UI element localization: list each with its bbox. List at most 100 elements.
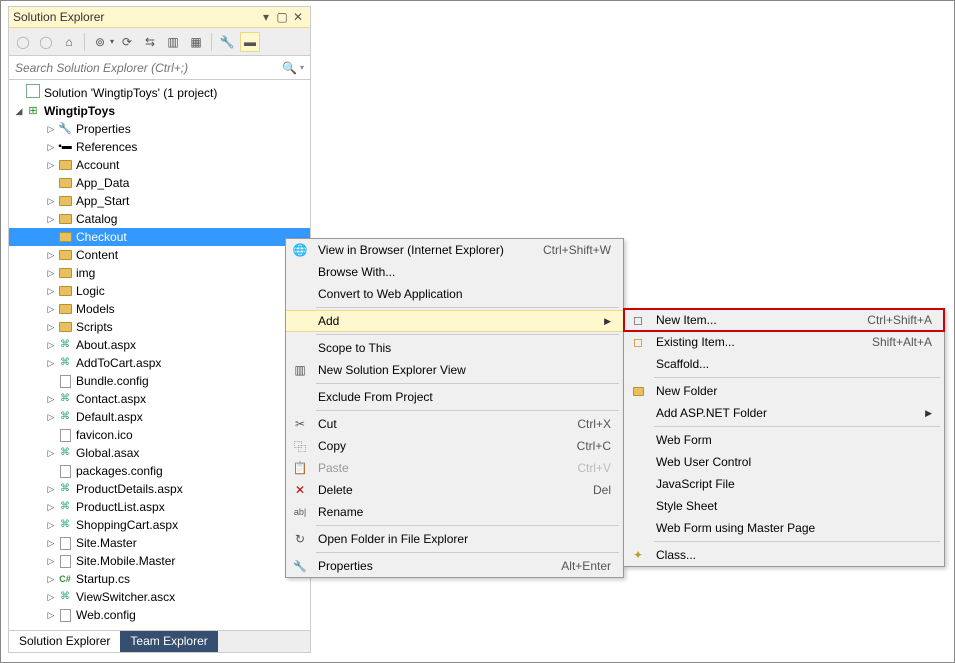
menu-item[interactable]: ▥New Solution Explorer View xyxy=(286,359,623,381)
forward-button[interactable]: ◯ xyxy=(36,32,56,52)
tree-item[interactable]: ▷C#Startup.cs xyxy=(9,570,310,588)
tree-item[interactable]: ▷Logic xyxy=(9,282,310,300)
tree-item[interactable]: App_Data xyxy=(9,174,310,192)
menu-item[interactable]: ⿻CopyCtrl+C xyxy=(286,435,623,457)
home-button[interactable]: ⌂ xyxy=(59,32,79,52)
properties-button[interactable]: 🔧 xyxy=(217,32,237,52)
tree-item[interactable]: Checkout xyxy=(9,228,310,246)
search-input[interactable] xyxy=(15,61,279,75)
expand-icon[interactable]: ▷ xyxy=(45,606,57,624)
expand-icon[interactable]: ▷ xyxy=(45,336,57,354)
expand-icon[interactable]: ▷ xyxy=(45,300,57,318)
menu-item[interactable]: ab|Rename xyxy=(286,501,623,523)
menu-item[interactable]: New Folder xyxy=(624,380,944,402)
expand-icon[interactable]: ◢ xyxy=(13,102,25,120)
menu-item[interactable]: Web Form using Master Page xyxy=(624,517,944,539)
menu-item[interactable]: 🔧PropertiesAlt+Enter xyxy=(286,555,623,577)
menu-item[interactable]: ◻New Item...Ctrl+Shift+A xyxy=(624,309,944,331)
tree-item[interactable]: ▷Account xyxy=(9,156,310,174)
expand-icon[interactable]: ▷ xyxy=(45,552,57,570)
menu-item[interactable]: ↻Open Folder in File Explorer xyxy=(286,528,623,550)
tree-item[interactable]: ▷Catalog xyxy=(9,210,310,228)
menu-item[interactable]: ✕DeleteDel xyxy=(286,479,623,501)
expand-icon[interactable]: ▷ xyxy=(45,210,57,228)
expand-icon[interactable]: ▷ xyxy=(45,534,57,552)
tree-item[interactable]: ▷⌘ShoppingCart.aspx xyxy=(9,516,310,534)
tree-item[interactable]: favicon.ico xyxy=(9,426,310,444)
preview-button[interactable]: ▦ xyxy=(186,32,206,52)
expand-icon[interactable]: ▷ xyxy=(45,390,57,408)
tree-item[interactable]: ▷⌘About.aspx xyxy=(9,336,310,354)
tree-item[interactable]: ▷Scripts xyxy=(9,318,310,336)
menu-item[interactable]: Web User Control xyxy=(624,451,944,473)
expand-icon[interactable]: ▷ xyxy=(45,444,57,462)
menu-item[interactable]: Style Sheet xyxy=(624,495,944,517)
collapse-all-button[interactable]: ⇆ xyxy=(140,32,160,52)
expand-icon[interactable]: ▷ xyxy=(45,588,57,606)
menu-item[interactable]: Scaffold... xyxy=(624,353,944,375)
tree-item[interactable]: ▷Site.Mobile.Master xyxy=(9,552,310,570)
sync-button[interactable]: ⊚ xyxy=(90,32,110,52)
refresh-button[interactable]: ⟳ xyxy=(117,32,137,52)
tree-item[interactable]: ▷Site.Master xyxy=(9,534,310,552)
expand-icon[interactable]: ▷ xyxy=(45,354,57,372)
expand-icon[interactable]: ▷ xyxy=(45,570,57,588)
menu-item[interactable]: Web Form xyxy=(624,429,944,451)
context-menu[interactable]: 🌐View in Browser (Internet Explorer)Ctrl… xyxy=(285,238,624,578)
add-submenu[interactable]: ◻New Item...Ctrl+Shift+A◻Existing Item..… xyxy=(623,308,945,567)
menu-item[interactable]: Scope to This xyxy=(286,337,623,359)
expand-icon[interactable]: ▷ xyxy=(45,282,57,300)
menu-item[interactable]: ✦Class... xyxy=(624,544,944,566)
menu-item[interactable]: 🌐View in Browser (Internet Explorer)Ctrl… xyxy=(286,239,623,261)
menu-item[interactable]: Browse With... xyxy=(286,261,623,283)
tree-item[interactable]: ▷⌘ProductList.aspx xyxy=(9,498,310,516)
tree-item[interactable]: Bundle.config xyxy=(9,372,310,390)
expand-icon[interactable]: ▷ xyxy=(45,318,57,336)
tree-item[interactable]: ▷Models xyxy=(9,300,310,318)
menu-item[interactable]: Exclude From Project xyxy=(286,386,623,408)
tree-item[interactable]: packages.config xyxy=(9,462,310,480)
tree-item[interactable]: ▷⌘Global.asax xyxy=(9,444,310,462)
tree-item[interactable]: ▷⌘Default.aspx xyxy=(9,408,310,426)
tree-item[interactable]: ▷🔧Properties xyxy=(9,120,310,138)
expand-icon[interactable]: ▷ xyxy=(45,138,57,156)
tree-item[interactable]: ▷▪▬References xyxy=(9,138,310,156)
back-button[interactable]: ◯ xyxy=(13,32,33,52)
tree-item[interactable]: ▷⌘ProductDetails.aspx xyxy=(9,480,310,498)
tree-item[interactable]: ▷img xyxy=(9,264,310,282)
show-all-files-button[interactable]: ▥ xyxy=(163,32,183,52)
menu-item[interactable]: ◻Existing Item...Shift+Alt+A xyxy=(624,331,944,353)
menu-item[interactable]: JavaScript File xyxy=(624,473,944,495)
search-icon[interactable]: 🔍 xyxy=(279,61,300,75)
tree-item[interactable]: ▷⌘ViewSwitcher.ascx xyxy=(9,588,310,606)
expand-icon[interactable]: ▷ xyxy=(45,192,57,210)
expand-icon[interactable]: ▷ xyxy=(45,156,57,174)
solution-node[interactable]: Solution 'WingtipToys' (1 project) xyxy=(9,84,310,102)
menu-separator xyxy=(316,410,619,411)
pin-button[interactable]: ▢ xyxy=(274,9,290,25)
tree-item[interactable]: ▷⌘AddToCart.aspx xyxy=(9,354,310,372)
expand-icon[interactable]: ▷ xyxy=(45,264,57,282)
tree-view[interactable]: Solution 'WingtipToys' (1 project)◢⊞Wing… xyxy=(9,80,310,630)
search-dropdown[interactable]: ▾ xyxy=(300,63,304,72)
expand-icon[interactable]: ▷ xyxy=(45,516,57,534)
expand-icon[interactable]: ▷ xyxy=(45,120,57,138)
close-button[interactable]: ✕ xyxy=(290,9,306,25)
menu-item[interactable]: ✂CutCtrl+X xyxy=(286,413,623,435)
tree-item[interactable]: ▷⌘Contact.aspx xyxy=(9,390,310,408)
tab-solution-explorer[interactable]: Solution Explorer xyxy=(9,631,120,652)
tree-item[interactable]: ▷Web.config xyxy=(9,606,310,624)
tree-item[interactable]: ▷Content xyxy=(9,246,310,264)
tab-team-explorer[interactable]: Team Explorer xyxy=(120,631,217,652)
tree-item[interactable]: ▷App_Start xyxy=(9,192,310,210)
menu-item[interactable]: Convert to Web Application xyxy=(286,283,623,305)
view-code-button[interactable]: ▬ xyxy=(240,32,260,52)
expand-icon[interactable]: ▷ xyxy=(45,408,57,426)
menu-item[interactable]: Add ASP.NET Folder▶ xyxy=(624,402,944,424)
expand-icon[interactable]: ▷ xyxy=(45,498,57,516)
project-node[interactable]: ◢⊞WingtipToys xyxy=(9,102,310,120)
expand-icon[interactable]: ▷ xyxy=(45,480,57,498)
window-position-button[interactable]: ▾ xyxy=(258,9,274,25)
menu-item[interactable]: Add▶ xyxy=(286,310,623,332)
expand-icon[interactable]: ▷ xyxy=(45,246,57,264)
